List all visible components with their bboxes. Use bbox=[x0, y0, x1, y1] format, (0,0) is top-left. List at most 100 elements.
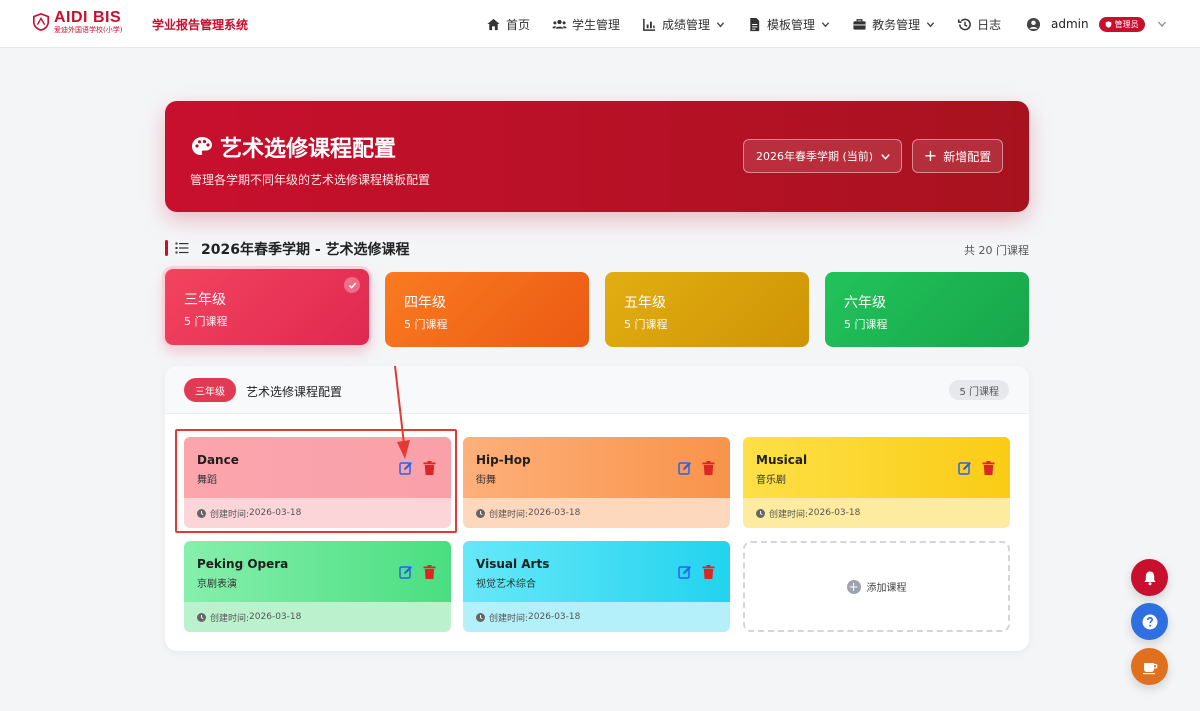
logo-name: AIDI BIS bbox=[54, 9, 122, 26]
user-name: admin bbox=[1051, 17, 1089, 31]
notification-button[interactable] bbox=[1131, 559, 1168, 596]
user-circle-icon bbox=[1026, 17, 1041, 31]
plus-icon: + bbox=[923, 146, 938, 165]
logo[interactable]: AIDI BIS 爱迪外国语学校(小学) bbox=[32, 10, 122, 34]
add-config-button[interactable]: + 新增配置 bbox=[912, 139, 1003, 173]
grade-card-5[interactable]: 五年级 5 门课程 bbox=[605, 272, 809, 347]
course-card-visual-arts[interactable]: Visual Arts 视觉艺术综合 创建时间: 2026-03-18 bbox=[463, 541, 730, 632]
grade-name: 六年级 bbox=[844, 295, 886, 311]
course-card-body: Dance 舞蹈 bbox=[184, 437, 451, 498]
history-icon bbox=[957, 17, 972, 32]
course-created: 创建时间: 2026-03-18 bbox=[463, 498, 730, 528]
nav-item-templates[interactable]: 模板管理 bbox=[747, 16, 830, 33]
course-name-cn: 视觉艺术综合 bbox=[476, 579, 536, 590]
course-panel-header: 三年级 艺术选修课程配置 5 门课程 bbox=[165, 366, 1029, 414]
coffee-icon bbox=[1142, 662, 1157, 674]
home-icon bbox=[486, 17, 501, 32]
course-name: Hip-Hop bbox=[476, 453, 531, 467]
coffee-button[interactable] bbox=[1131, 648, 1168, 685]
nav-item-label: 成绩管理 bbox=[662, 17, 711, 32]
semester-select[interactable]: 2026年春季学期 (当前) bbox=[743, 139, 902, 173]
course-panel: 三年级 艺术选修课程配置 5 门课程 Dance 舞蹈 创建时间: 2026-0… bbox=[165, 366, 1029, 651]
chevron-down-icon bbox=[881, 154, 890, 160]
course-name: Dance bbox=[197, 453, 239, 467]
edit-icon[interactable] bbox=[399, 565, 413, 579]
section-title: 2026年春季学期 - 艺术选修课程 bbox=[201, 242, 410, 258]
edit-icon[interactable] bbox=[678, 565, 692, 579]
trash-icon[interactable] bbox=[702, 565, 715, 579]
grade-name: 三年级 bbox=[184, 292, 226, 308]
trash-icon[interactable] bbox=[423, 565, 436, 579]
shield-icon bbox=[1105, 20, 1111, 28]
trash-icon[interactable] bbox=[702, 461, 715, 475]
created-prefix: 创建时间: bbox=[489, 613, 529, 624]
chevron-down-icon bbox=[1157, 21, 1166, 27]
nav-item-label: 首页 bbox=[506, 17, 531, 32]
course-card-body: Peking Opera 京剧表演 bbox=[184, 541, 451, 602]
course-card-hiphop[interactable]: Hip-Hop 街舞 创建时间: 2026-03-18 bbox=[463, 437, 730, 528]
course-created: 创建时间: 2026-03-18 bbox=[463, 602, 730, 632]
grade-course-count: 5 门课程 bbox=[184, 315, 228, 328]
nav-item-home[interactable]: 首页 bbox=[486, 16, 530, 33]
course-count-badge: 5 门课程 bbox=[949, 380, 1009, 400]
course-name-cn: 京剧表演 bbox=[197, 579, 237, 590]
created-prefix: 创建时间: bbox=[210, 509, 250, 520]
course-name-cn: 舞蹈 bbox=[197, 475, 217, 486]
palette-icon bbox=[192, 137, 212, 155]
edit-icon[interactable] bbox=[678, 461, 692, 475]
users-icon bbox=[552, 17, 567, 32]
clock-icon bbox=[476, 612, 485, 622]
add-course-label: 添加课程 bbox=[866, 583, 907, 594]
grade-card-4[interactable]: 四年级 5 门课程 bbox=[385, 272, 589, 347]
plus-circle-icon: + bbox=[846, 579, 861, 594]
course-card-body: Musical 音乐剧 bbox=[743, 437, 1010, 498]
course-created: 创建时间: 2026-03-18 bbox=[184, 498, 451, 528]
nav-item-label: 教务管理 bbox=[872, 17, 921, 32]
edit-icon[interactable] bbox=[958, 461, 972, 475]
clock-icon bbox=[756, 508, 765, 518]
clock-icon bbox=[476, 508, 485, 518]
semester-select-value: 2026年春季学期 (当前) bbox=[756, 150, 874, 163]
course-name-cn: 街舞 bbox=[476, 475, 496, 486]
grade-pill: 三年级 bbox=[184, 378, 236, 402]
page-title-text: 艺术选修课程配置 bbox=[220, 137, 397, 162]
logo-subtitle: 爱迪外国语学校(小学) bbox=[54, 26, 123, 34]
grade-course-count: 5 门课程 bbox=[624, 318, 668, 331]
section-total-count: 共 20 门课程 bbox=[964, 244, 1029, 257]
course-name-cn: 音乐剧 bbox=[756, 475, 786, 486]
trash-icon[interactable] bbox=[982, 461, 995, 475]
grade-name: 五年级 bbox=[624, 295, 666, 311]
selected-check-icon bbox=[344, 277, 360, 293]
course-created: 创建时间: 2026-03-18 bbox=[743, 498, 1010, 528]
created-date: 2026-03-18 bbox=[249, 508, 302, 518]
course-card-body: Hip-Hop 街舞 bbox=[463, 437, 730, 498]
shield-logo-icon bbox=[32, 13, 50, 31]
chart-icon bbox=[642, 17, 657, 32]
main-nav: 首页 学生管理 成绩管理 模板管理 教务管理 日志 bbox=[486, 0, 1023, 48]
course-card-musical[interactable]: Musical 音乐剧 创建时间: 2026-03-18 bbox=[743, 437, 1010, 528]
edit-icon[interactable] bbox=[399, 461, 413, 475]
grade-card-6[interactable]: 六年级 5 门课程 bbox=[825, 272, 1029, 347]
page-subtitle: 管理各学期不同年级的艺术选修课程模板配置 bbox=[190, 173, 431, 187]
add-course-button[interactable]: + 添加课程 bbox=[743, 541, 1010, 632]
grade-card-3[interactable]: 三年级 5 门课程 bbox=[165, 269, 369, 345]
trash-icon[interactable] bbox=[423, 461, 436, 475]
course-card-dance[interactable]: Dance 舞蹈 创建时间: 2026-03-18 bbox=[184, 437, 451, 528]
section-header: 2026年春季学期 - 艺术选修课程 共 20 门课程 bbox=[165, 238, 1029, 258]
help-button[interactable] bbox=[1131, 603, 1168, 640]
bell-icon bbox=[1143, 571, 1156, 585]
created-date: 2026-03-18 bbox=[808, 508, 861, 518]
course-panel-title: 艺术选修课程配置 bbox=[246, 385, 343, 399]
nav-item-students[interactable]: 学生管理 bbox=[552, 16, 620, 33]
nav-item-label: 模板管理 bbox=[767, 17, 816, 32]
chevron-down-icon bbox=[716, 21, 725, 27]
nav-item-grades[interactable]: 成绩管理 bbox=[642, 16, 725, 33]
user-menu[interactable]: admin 管理员 bbox=[1026, 0, 1167, 48]
briefcase-icon bbox=[852, 17, 867, 32]
nav-item-label: 学生管理 bbox=[572, 17, 621, 32]
clock-icon bbox=[197, 508, 206, 518]
nav-item-academic[interactable]: 教务管理 bbox=[852, 16, 935, 33]
course-card-peking-opera[interactable]: Peking Opera 京剧表演 创建时间: 2026-03-18 bbox=[184, 541, 451, 632]
nav-item-logs[interactable]: 日志 bbox=[957, 16, 1001, 33]
created-prefix: 创建时间: bbox=[769, 509, 809, 520]
